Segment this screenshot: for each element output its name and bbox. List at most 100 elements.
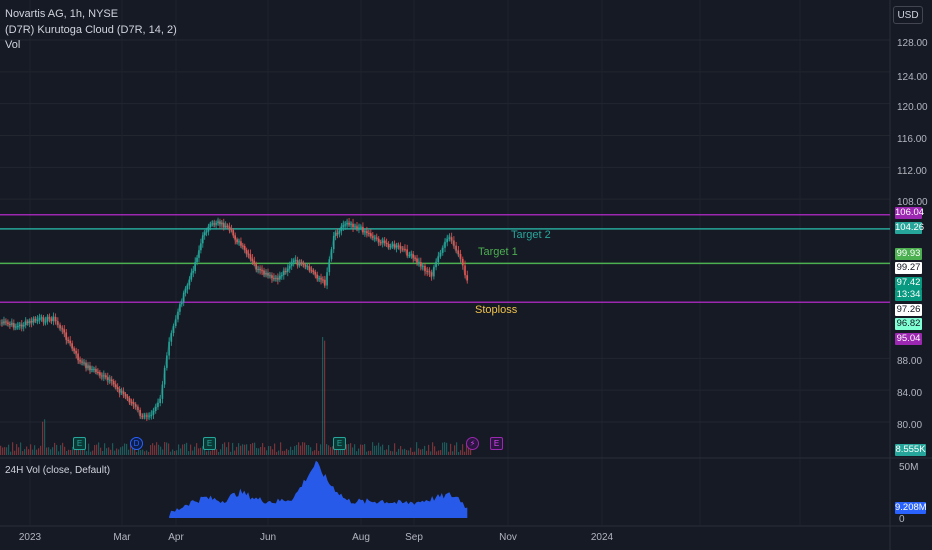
earnings-event-icon[interactable]: E	[73, 437, 86, 450]
volume-bar	[66, 450, 68, 455]
candle-body	[324, 279, 326, 286]
candle-body	[201, 235, 204, 244]
candle-body	[232, 230, 235, 236]
candle-body	[20, 324, 23, 327]
candle-body	[395, 245, 398, 248]
volume-bar	[366, 451, 368, 455]
candle-body	[426, 270, 428, 272]
candle-body	[421, 265, 424, 267]
volume-bar	[298, 442, 300, 455]
earnings-event-icon[interactable]: E	[203, 437, 216, 450]
lower-pane-title[interactable]: 24H Vol (close, Default)	[5, 465, 110, 476]
volume-bar	[382, 444, 384, 455]
candle-body	[389, 246, 392, 248]
candle-body	[304, 264, 307, 267]
price-axis-tick: 88.00	[897, 356, 923, 367]
volume-bar	[68, 449, 70, 455]
volume-bar	[166, 442, 168, 455]
candle-body	[446, 239, 449, 243]
volume-bar	[314, 450, 316, 455]
volume-bar	[224, 442, 226, 455]
candle-body	[364, 231, 366, 233]
volume-bar	[6, 447, 8, 455]
candle-body	[9, 324, 11, 326]
price-axis-tick: 84.00	[897, 388, 923, 399]
candle-body	[362, 226, 364, 233]
candle-body	[302, 263, 305, 265]
candle-body	[312, 270, 315, 272]
time-axis-tick: Aug	[352, 532, 370, 543]
volume-bar	[32, 449, 34, 455]
candle-body	[13, 323, 15, 328]
candle-body	[141, 415, 144, 417]
lower-axis-top: 50M	[899, 462, 919, 473]
symbol-title[interactable]: Novartis AG, 1h, NYSE	[5, 8, 118, 20]
volume-bar	[54, 442, 56, 455]
volume-bar	[92, 450, 94, 455]
volume-bar	[248, 450, 250, 455]
candle-body	[18, 324, 21, 327]
volume-bar	[102, 450, 104, 455]
volume-bar	[376, 445, 378, 455]
time-axis-tick: Jun	[259, 532, 277, 543]
price-tag-96-82: 96.82	[895, 318, 922, 330]
volume-bar	[56, 444, 58, 455]
candle-body	[11, 323, 13, 325]
upcoming-earnings-icon[interactable]: E	[490, 437, 503, 450]
volume-legend[interactable]: Vol	[5, 39, 20, 51]
volume-bar	[302, 442, 304, 455]
volume-bar	[242, 444, 244, 455]
price-chart[interactable]	[0, 0, 932, 550]
candle-body	[89, 365, 91, 370]
candle-body	[435, 262, 437, 268]
volume-bar	[402, 449, 404, 455]
price-axis-tick: 128.00	[897, 38, 928, 49]
candle-body	[336, 232, 339, 234]
currency-button[interactable]: USD	[893, 6, 923, 24]
candle-body	[148, 415, 150, 417]
earnings-event-icon[interactable]: E	[333, 437, 346, 450]
candle-body	[194, 262, 196, 271]
price-axis-tick: 116.00	[897, 134, 927, 145]
volume-bar	[110, 449, 112, 455]
candle-body	[15, 326, 17, 328]
volume-bar	[58, 451, 60, 455]
indicator-legend[interactable]: (D7R) Kurutoga Cloud (D7R, 14, 2)	[5, 24, 177, 36]
volume-bar	[222, 443, 224, 455]
price-axis-tick: 124.00	[897, 72, 928, 83]
candle-body	[26, 321, 29, 323]
lower-value-tag: 9.208M	[895, 502, 927, 514]
candle-body	[211, 223, 214, 225]
split-event-icon[interactable]: ⚡	[466, 437, 479, 450]
candle-body	[271, 275, 273, 279]
candle-body	[298, 262, 301, 266]
candle-body	[455, 245, 457, 251]
volume-bar	[268, 446, 270, 455]
volume-bar	[48, 447, 50, 455]
candle-body	[366, 231, 368, 234]
candle-body	[3, 321, 5, 324]
volume-bar	[450, 443, 452, 455]
volume-bar	[154, 445, 156, 455]
volume-bar	[188, 451, 190, 455]
volume-bar	[20, 442, 22, 455]
volume-bar	[40, 445, 42, 455]
volume-bar	[88, 443, 90, 455]
volume-bar	[304, 442, 306, 455]
candle-body	[217, 221, 219, 224]
volume-bar	[438, 450, 440, 455]
dividend-event-icon[interactable]: D	[130, 437, 143, 450]
volume-bar	[448, 451, 450, 455]
candle-body	[354, 226, 356, 228]
candle-body	[238, 241, 240, 243]
price-tag-97-26: 97.26	[895, 304, 922, 316]
volume-bar	[182, 444, 184, 455]
candle-body	[273, 278, 275, 280]
candle-body	[306, 266, 309, 268]
volume-bar	[232, 442, 234, 455]
candle-body	[114, 384, 117, 388]
candle-body	[340, 226, 343, 232]
candle-body	[95, 369, 97, 373]
candle-body	[247, 253, 250, 255]
candle-body	[387, 244, 390, 248]
